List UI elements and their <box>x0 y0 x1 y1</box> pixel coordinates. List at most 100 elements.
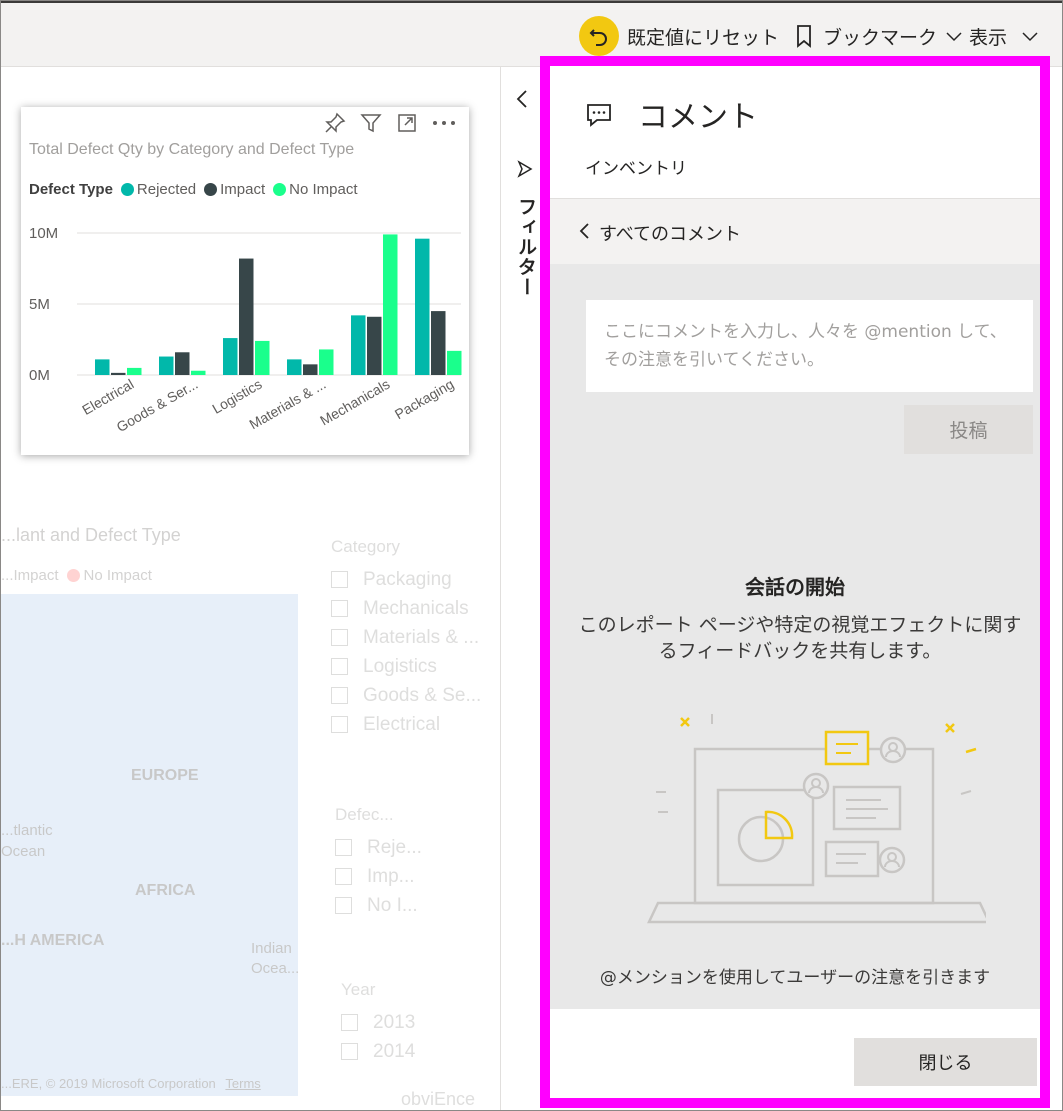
slicer-item-label: No I... <box>367 894 418 916</box>
bar-no-impact[interactable] <box>447 350 462 375</box>
pane-footer: 閉じる <box>550 1009 1040 1098</box>
bar-impact[interactable] <box>431 311 446 375</box>
pin-icon[interactable] <box>323 111 347 139</box>
bar-rejected[interactable] <box>95 359 110 375</box>
filter-icon[interactable] <box>359 111 383 139</box>
focus-mode-icon[interactable] <box>395 111 419 139</box>
all-comments-label: すべてのコメント <box>599 224 742 245</box>
comment-input[interactable]: ここにコメントを入力し、人々を @mention して、その注意を引いてください… <box>586 300 1033 392</box>
more-options-icon[interactable] <box>431 111 457 139</box>
bar-rejected[interactable] <box>159 356 174 375</box>
checkbox[interactable] <box>331 629 348 646</box>
slicer-item[interactable]: Goods & Se... <box>331 681 481 710</box>
checkbox[interactable] <box>331 658 348 675</box>
chevron-left-icon <box>578 221 590 245</box>
x-tick-label: Electrical <box>79 376 136 418</box>
all-comments-back-button[interactable]: すべてのコメント <box>550 198 1040 264</box>
slicer-item[interactable]: Mechanicals <box>331 594 481 623</box>
slicer-item-label: Logistics <box>363 655 437 677</box>
report-canvas: ...lant and Defect Type ...Impact No Imp… <box>1 67 500 1110</box>
slicer-item[interactable]: Electrical <box>331 710 481 739</box>
undo-icon <box>579 16 619 56</box>
bar-impact[interactable] <box>303 364 318 375</box>
bar-no-impact[interactable] <box>255 340 270 375</box>
slicer-item[interactable]: 2014 <box>341 1037 415 1066</box>
reset-to-default-button[interactable]: 既定値にリセット <box>579 16 780 56</box>
slicer-item[interactable]: Logistics <box>331 652 481 681</box>
bar-no-impact[interactable] <box>319 349 334 375</box>
chart-title: Total Defect Qty by Category and Defect … <box>29 141 355 158</box>
checkbox[interactable] <box>341 1014 358 1031</box>
bar-rejected[interactable] <box>415 238 430 375</box>
legend-label: No Impact <box>289 181 358 198</box>
slicer-item[interactable]: No I... <box>335 891 422 920</box>
bar-no-impact[interactable] <box>383 234 398 375</box>
checkbox[interactable] <box>335 839 352 856</box>
comments-body: ここにコメントを入力し、人々を @mention して、その注意を引いてください… <box>550 264 1040 1009</box>
y-tick-label: 0M <box>29 367 50 384</box>
close-button[interactable]: 閉じる <box>854 1038 1037 1086</box>
map-label-africa: AFRICA <box>135 882 196 899</box>
bar-no-impact[interactable] <box>127 367 142 375</box>
bar-impact[interactable] <box>239 258 254 375</box>
checkbox[interactable] <box>341 1043 358 1060</box>
filter-pane-label[interactable]: フィルター <box>513 197 540 297</box>
checkbox[interactable] <box>335 868 352 885</box>
checkbox[interactable] <box>331 716 348 733</box>
chart-legend: Defect Type Rejected Impact No Impact <box>29 181 366 198</box>
map-legend: ...Impact No Impact <box>1 567 152 584</box>
bar-impact[interactable] <box>175 352 190 375</box>
footer-logo-text: obviEnce <box>401 1089 476 1109</box>
slicer-title: Category <box>331 537 400 556</box>
page-name: インベントリ <box>585 159 687 179</box>
legend-item-rejected[interactable]: Rejected <box>120 181 196 198</box>
y-tick-label: 10M <box>29 225 58 242</box>
conversation-illustration-icon <box>647 714 986 924</box>
slicer-item[interactable]: Packaging <box>331 565 481 594</box>
legend-label: Impact <box>220 181 266 198</box>
checkbox[interactable] <box>331 687 348 704</box>
post-button[interactable]: 投稿 <box>904 405 1033 454</box>
empty-state-title: 会話の開始 <box>745 575 845 599</box>
chevron-left-icon[interactable] <box>515 89 529 113</box>
bar-rejected[interactable] <box>287 359 302 375</box>
bar-no-impact[interactable] <box>191 370 206 375</box>
checkbox[interactable] <box>331 600 348 617</box>
bar-impact[interactable] <box>111 372 126 375</box>
map-credit: ...ERE, © 2019 Microsoft Corporation Ter… <box>1 1076 261 1091</box>
legend-dot <box>66 569 80 582</box>
bookmark-menu-button[interactable]: ブックマーク <box>795 17 963 55</box>
comment-icon <box>585 102 613 132</box>
bar-impact[interactable] <box>367 316 382 375</box>
defect-chart-card[interactable]: Total Defect Qty by Category and Defect … <box>21 107 469 455</box>
legend-item-impact[interactable]: Impact <box>204 181 265 198</box>
x-tick-label: Mechanicals <box>317 376 392 429</box>
map-label-indian-ocean: Ocea... <box>251 960 300 977</box>
bar-rejected[interactable] <box>351 315 366 375</box>
slicer-title: Defec... <box>335 805 394 824</box>
bar-rejected[interactable] <box>223 338 238 375</box>
slicer-item[interactable]: Materials & ... <box>331 623 481 652</box>
view-menu-button[interactable]: 表示 <box>969 17 1039 55</box>
slicer-item[interactable]: 2013 <box>341 1008 415 1037</box>
mention-hint: @メンションを使用してユーザーの注意を引きます <box>599 968 991 988</box>
slicer-title: Year <box>341 980 376 999</box>
empty-state-description: このレポート ページや特定の視覚エフェクトに関するフィードバックを共有します。 <box>578 614 1022 662</box>
category-slicer: Category Packaging Mechanicals Materials… <box>331 537 481 739</box>
chevron-down-icon <box>945 25 963 47</box>
checkbox[interactable] <box>331 571 348 588</box>
app-window: 既定値にリセット ブックマーク 表示 ...lant and Defect Ty… <box>0 0 1063 1111</box>
legend-item-no-impact[interactable]: No Impact <box>273 181 358 198</box>
reset-label: 既定値にリセット <box>627 26 780 49</box>
map-title: ...lant and Defect Type <box>1 525 181 545</box>
world-map[interactable]: EUROPE AFRICA ...H AMERICA ...tlantic Oc… <box>1 594 300 1096</box>
slicer-item-label: Electrical <box>363 713 441 735</box>
clustered-bar-chart[interactable]: 0M5M10MElectricalGoods & Ser... Logistics… <box>21 203 469 455</box>
map-terms-link[interactable]: Terms <box>225 1076 260 1091</box>
map-label-america: ...H AMERICA <box>1 932 105 949</box>
slicer-item[interactable]: Imp... <box>335 862 422 891</box>
map-legend-item: ...Impact <box>1 567 59 584</box>
checkbox[interactable] <box>335 897 352 914</box>
comments-header: コメント インベントリ <box>550 66 1040 198</box>
slicer-item[interactable]: Reje... <box>335 833 422 862</box>
